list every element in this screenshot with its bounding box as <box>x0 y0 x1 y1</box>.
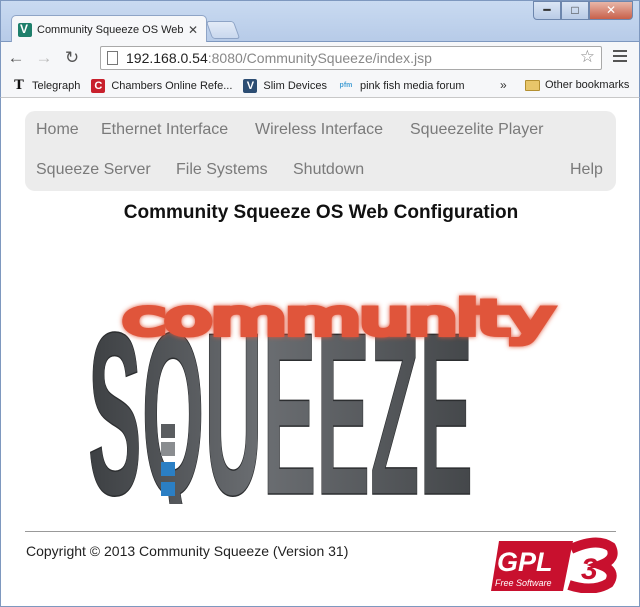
footer-divider <box>25 531 616 532</box>
nav-wireless-interface[interactable]: Wireless Interface <box>255 121 383 139</box>
url-host: 192.168.0.54 <box>126 50 208 66</box>
new-tab-button[interactable] <box>205 21 241 39</box>
tab-title: Community Squeeze OS Web <box>37 23 184 36</box>
gpl-v3-logo-icon[interactable]: GPL Free Software 3 <box>489 535 619 593</box>
bookmark-label: pink fish media forum <box>359 79 465 92</box>
logo-pixel-block <box>161 462 175 476</box>
slim-devices-icon: V <box>243 78 258 93</box>
bookmark-label: Chambers Online Refe... <box>111 79 233 92</box>
community-squeeze-logo: SQUEEZE community <box>87 284 556 504</box>
reload-button[interactable]: ↻ <box>59 48 85 68</box>
folder-icon <box>525 79 540 91</box>
browser-toolbar: ← → ↻ 192.168.0.54:8080/CommunitySqueeze… <box>0 42 640 74</box>
bookmark-telegraph[interactable]: T Telegraph <box>12 77 81 93</box>
chambers-icon: C <box>91 78 106 93</box>
gpl-version-text: 3 <box>581 553 598 586</box>
logo-pixel-block <box>161 424 175 438</box>
back-button[interactable]: ← <box>3 48 29 68</box>
bookmark-label: Slim Devices <box>263 79 327 92</box>
bookmarks-bar: T Telegraph C Chambers Online Refe... V … <box>0 74 640 98</box>
browser-tab[interactable]: Community Squeeze OS Web ✕ <box>11 15 207 43</box>
telegraph-icon: T <box>14 77 24 93</box>
nav-home[interactable]: Home <box>36 121 79 139</box>
forward-button[interactable]: → <box>31 48 57 68</box>
address-bar[interactable]: 192.168.0.54:8080/CommunitySqueeze/index… <box>100 46 602 70</box>
bookmark-star-icon[interactable]: ☆ <box>580 47 595 67</box>
maximize-button[interactable]: □ <box>561 1 589 20</box>
gpl-free-software-text: Free Software <box>495 578 552 588</box>
bookmark-chambers[interactable]: C Chambers Online Refe... <box>91 78 233 93</box>
nav-file-systems[interactable]: File Systems <box>176 161 268 179</box>
logo-pixel-block <box>161 442 175 456</box>
nav-squeezelite-player[interactable]: Squeezelite Player <box>410 121 543 139</box>
page-viewport: Home Ethernet Interface Wireless Interfa… <box>0 98 640 607</box>
title-bar: Community Squeeze OS Web ✕ ━ □ ✕ <box>0 0 640 43</box>
nav-shutdown[interactable]: Shutdown <box>293 161 364 179</box>
other-bookmarks[interactable]: Other bookmarks <box>525 79 629 91</box>
bookmark-label: Telegraph <box>32 79 81 92</box>
nav-ethernet-interface[interactable]: Ethernet Interface <box>101 121 228 139</box>
bookmarks-overflow-button[interactable]: » <box>500 78 507 92</box>
nav-squeeze-server[interactable]: Squeeze Server <box>36 161 151 179</box>
url-path: :8080/CommunitySqueeze/index.jsp <box>207 50 432 66</box>
window-controls: ━ □ ✕ <box>533 1 633 20</box>
minimize-button[interactable]: ━ <box>533 1 561 20</box>
gpl-text: GPL <box>497 547 553 577</box>
page-title: Community Squeeze OS Web Configuration <box>123 202 519 223</box>
bookmark-pink-fish[interactable]: pfm pink fish media forum <box>338 79 465 93</box>
logo-community-text: community <box>123 291 553 345</box>
close-window-button[interactable]: ✕ <box>589 1 633 20</box>
page-icon <box>107 51 118 65</box>
bookmark-slim-devices[interactable]: V Slim Devices <box>243 78 327 93</box>
copyright-text: Copyright © 2013 Community Squeeze (Vers… <box>26 543 349 559</box>
main-nav: Home Ethernet Interface Wireless Interfa… <box>25 111 616 191</box>
other-bookmarks-label: Other bookmarks <box>545 79 630 91</box>
pink-fish-icon: pfm <box>339 81 353 89</box>
chrome-menu-icon[interactable] <box>613 50 627 65</box>
site-favicon-icon <box>18 22 32 37</box>
tab-close-icon[interactable]: ✕ <box>186 23 200 37</box>
logo-pixel-block <box>161 482 175 496</box>
nav-help[interactable]: Help <box>570 161 603 179</box>
